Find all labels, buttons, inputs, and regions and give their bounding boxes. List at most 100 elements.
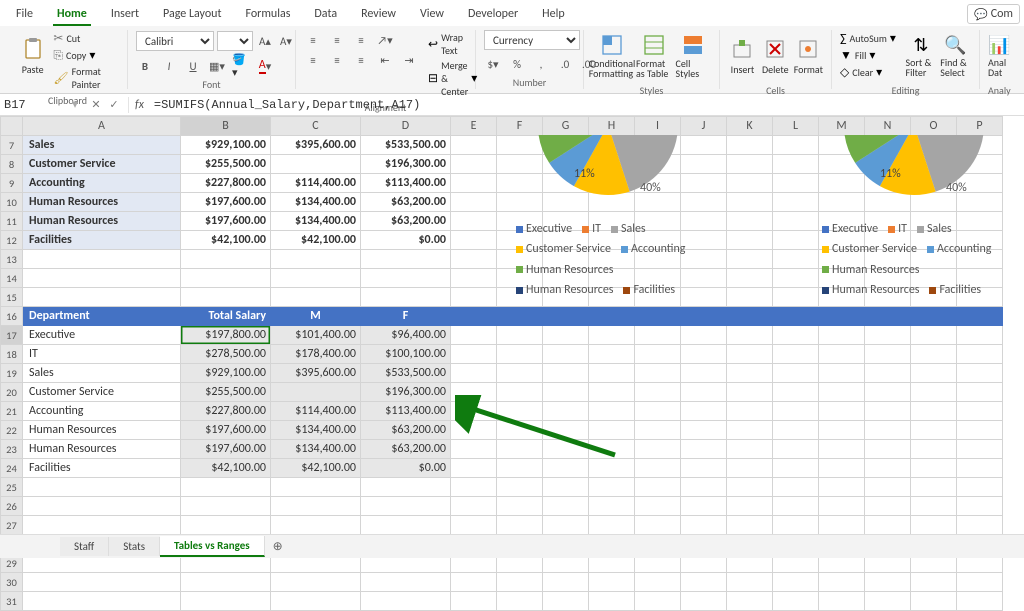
cell[interactable]: $196,300.00 (361, 155, 451, 174)
cell[interactable]: Facilities (23, 231, 181, 250)
sheet-tab[interactable]: Tables vs Ranges (160, 536, 265, 557)
cell[interactable] (911, 307, 957, 326)
cell[interactable] (543, 402, 589, 421)
cell[interactable]: $227,800.00 (181, 402, 271, 421)
cell[interactable] (957, 402, 1003, 421)
row-header[interactable]: 20 (1, 383, 23, 402)
cell[interactable] (773, 155, 819, 174)
cell[interactable] (819, 592, 865, 611)
sheet-tab[interactable]: Stats (109, 537, 160, 556)
cell[interactable] (773, 174, 819, 193)
cell[interactable] (911, 440, 957, 459)
col-header[interactable]: E (451, 117, 497, 136)
cell[interactable] (589, 516, 635, 535)
cell[interactable] (635, 459, 681, 478)
new-sheet-button[interactable]: ⊕ (265, 536, 291, 557)
cell[interactable]: $134,400.00 (271, 421, 361, 440)
cell[interactable] (589, 326, 635, 345)
cell[interactable]: Accounting (23, 174, 181, 193)
format-painter-button[interactable]: 🖌 Format Painter (53, 64, 119, 92)
row-header[interactable]: 25 (1, 478, 23, 497)
cell[interactable] (727, 459, 773, 478)
fill-color-button[interactable]: 🪣▾ (232, 57, 250, 75)
cell[interactable] (773, 402, 819, 421)
cell[interactable] (23, 250, 181, 269)
cell[interactable] (773, 573, 819, 592)
cell[interactable] (773, 383, 819, 402)
cell[interactable] (773, 288, 819, 307)
col-header[interactable]: O (911, 117, 957, 136)
cell[interactable] (451, 212, 497, 231)
conditional-formatting-button[interactable]: Conditional Formatting (592, 30, 632, 82)
cell[interactable]: $63,200.00 (361, 212, 451, 231)
cell[interactable] (543, 459, 589, 478)
cell[interactable] (361, 478, 451, 497)
col-header[interactable]: F (497, 117, 543, 136)
menu-help[interactable]: Help (538, 4, 569, 26)
cell[interactable] (635, 573, 681, 592)
cell[interactable] (773, 326, 819, 345)
cell[interactable] (361, 288, 451, 307)
cell[interactable] (23, 269, 181, 288)
cell[interactable] (681, 478, 727, 497)
cell[interactable] (451, 402, 497, 421)
cell[interactable] (957, 516, 1003, 535)
cell[interactable] (865, 459, 911, 478)
cell[interactable] (635, 364, 681, 383)
cell[interactable] (635, 440, 681, 459)
menu-page-layout[interactable]: Page Layout (159, 4, 225, 26)
cell[interactable] (271, 250, 361, 269)
cell[interactable] (543, 440, 589, 459)
pie-chart-2[interactable]: 11% 40% ExecutiveITSalesCustomer Service… (814, 135, 1014, 265)
col-header[interactable]: K (727, 117, 773, 136)
cell[interactable] (589, 345, 635, 364)
cell[interactable]: $42,100.00 (271, 231, 361, 250)
cell[interactable] (957, 592, 1003, 611)
col-header[interactable]: M (819, 117, 865, 136)
cell[interactable]: $114,400.00 (271, 174, 361, 193)
cell[interactable] (727, 231, 773, 250)
row-header[interactable]: 21 (1, 402, 23, 421)
cell[interactable] (635, 383, 681, 402)
cell[interactable] (451, 592, 497, 611)
cell[interactable] (543, 345, 589, 364)
cell[interactable] (681, 516, 727, 535)
cell[interactable] (181, 269, 271, 288)
borders-button[interactable]: ▦▾ (208, 57, 226, 75)
menu-home[interactable]: Home (53, 4, 91, 26)
cell[interactable]: $197,600.00 (181, 212, 271, 231)
cell[interactable] (589, 440, 635, 459)
cell[interactable] (589, 364, 635, 383)
align-bottom-icon[interactable]: ≡ (352, 31, 370, 49)
cell[interactable] (773, 212, 819, 231)
cell[interactable] (911, 459, 957, 478)
cell[interactable]: Sales (23, 136, 181, 155)
cell[interactable]: $197,600.00 (181, 440, 271, 459)
currency-icon[interactable]: $▾ (484, 55, 502, 73)
cell[interactable] (865, 364, 911, 383)
cell[interactable] (819, 364, 865, 383)
cell[interactable] (271, 269, 361, 288)
cell[interactable] (451, 307, 497, 326)
cell[interactable] (23, 573, 181, 592)
cell[interactable] (361, 250, 451, 269)
cell[interactable]: $255,500.00 (181, 155, 271, 174)
cell[interactable] (497, 421, 543, 440)
row-header[interactable]: 31 (1, 592, 23, 611)
cell[interactable]: $227,800.00 (181, 174, 271, 193)
format-button[interactable]: Format (794, 30, 823, 82)
cell[interactable] (543, 573, 589, 592)
cell[interactable] (819, 516, 865, 535)
col-header[interactable]: N (865, 117, 911, 136)
cell[interactable] (727, 345, 773, 364)
pie-chart-1[interactable]: 11% 40% ExecutiveITSalesCustomer Service… (508, 135, 708, 265)
font-size-select[interactable]: 11 (217, 31, 253, 51)
cell[interactable] (957, 459, 1003, 478)
share-button[interactable]: 💬 Com (967, 4, 1020, 24)
row-header[interactable]: 16 (1, 307, 23, 326)
cell[interactable] (773, 440, 819, 459)
cell[interactable] (271, 592, 361, 611)
cell[interactable] (23, 288, 181, 307)
cell[interactable] (635, 497, 681, 516)
menu-insert[interactable]: Insert (107, 4, 143, 26)
